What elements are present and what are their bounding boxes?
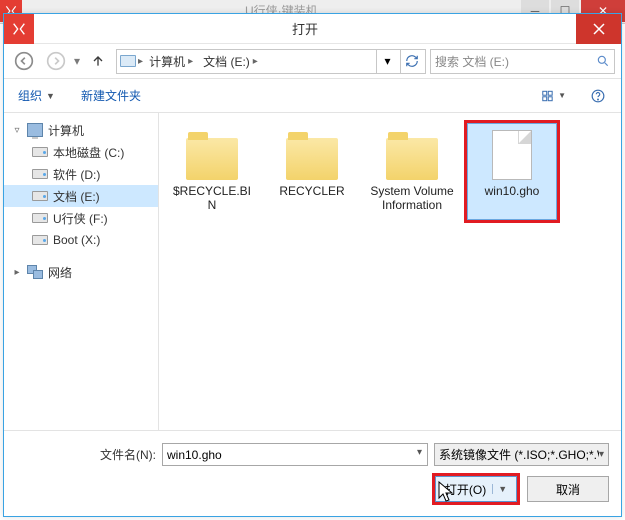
sidebar-label: 网络 (48, 264, 72, 281)
dialog-footer: 文件名(N): ▾ 系统镜像文件 (*.ISO;*.GHO;*.WIM) ▾ 打… (4, 430, 621, 516)
drive-icon (32, 213, 48, 223)
open-button-label: 打开(O) (445, 481, 486, 498)
toolbar: 组织 ▼ 新建文件夹 ▼ (4, 79, 621, 113)
chevron-right-icon: ▸ (253, 56, 258, 67)
sidebar-item-drive[interactable]: Boot (X:) (4, 229, 158, 251)
sidebar-item-drive[interactable]: 文档 (E:) (4, 185, 158, 207)
new-folder-label: 新建文件夹 (81, 87, 141, 104)
sidebar[interactable]: ▿ 计算机 本地磁盘 (C:) 软件 (D:) 文档 (E:) U行侠 (F:) Boo… (4, 113, 159, 430)
cancel-button[interactable]: 取消 (527, 476, 609, 502)
file-list-pane[interactable]: $RECYCLE.BIN RECYCLER System Volume Inform… (159, 113, 621, 430)
expand-icon[interactable]: ▿ (12, 125, 22, 136)
network-icon (27, 265, 43, 279)
file-item[interactable]: win10.gho (467, 123, 557, 220)
computer-icon (27, 123, 43, 137)
chevron-right-icon: ▸ (138, 56, 143, 67)
open-button[interactable]: 打开(O) ▼ (435, 476, 517, 502)
sidebar-label: 本地磁盘 (C:) (53, 144, 124, 161)
new-folder-button[interactable]: 新建文件夹 (77, 83, 145, 109)
dialog-title: 打开 (34, 19, 576, 38)
navigation-row: ▾ ▸ 计算机 ▸ 文档 (E:) ▸ ▾ 搜索 文档 (E:) (4, 44, 621, 79)
view-options-button[interactable]: ▼ (541, 84, 567, 108)
breadcrumb-segment-computer[interactable]: 计算机 ▸ (145, 50, 197, 73)
sidebar-label: U行侠 (F:) (53, 210, 108, 227)
expand-icon[interactable]: ▸ (12, 267, 22, 278)
file-icon (492, 130, 532, 180)
filter-label: 系统镜像文件 (*.ISO;*.GHO;*.WIM) (439, 446, 599, 463)
location-icon (120, 55, 136, 67)
sidebar-label: 文档 (E:) (53, 188, 100, 205)
sidebar-label: 软件 (D:) (53, 166, 100, 183)
breadcrumb-segment-drive[interactable]: 文档 (E:) ▸ (199, 50, 262, 73)
sidebar-label: 计算机 (48, 122, 84, 139)
breadcrumb-label: 计算机 (149, 53, 185, 70)
close-button[interactable] (576, 14, 621, 44)
sidebar-item-drive[interactable]: 本地磁盘 (C:) (4, 141, 158, 163)
organize-label: 组织 (18, 87, 42, 104)
dialog-body: ▿ 计算机 本地磁盘 (C:) 软件 (D:) 文档 (E:) U行侠 (F:) Boo… (4, 113, 621, 430)
breadcrumb[interactable]: ▸ 计算机 ▸ 文档 (E:) ▸ ▾ (116, 49, 426, 74)
drive-icon (32, 147, 48, 157)
drive-icon (32, 191, 48, 201)
dialog-titlebar[interactable]: 打开 (4, 14, 621, 44)
search-icon (596, 54, 610, 68)
file-type-filter[interactable]: 系统镜像文件 (*.ISO;*.GHO;*.WIM) ▾ (434, 443, 609, 466)
help-button[interactable] (585, 84, 611, 108)
item-label: $RECYCLE.BIN (170, 184, 254, 213)
chevron-down-icon: ▼ (558, 91, 566, 100)
refresh-button[interactable] (400, 50, 422, 73)
cancel-button-label: 取消 (556, 481, 580, 498)
folder-icon (286, 138, 338, 180)
chevron-down-icon: ▾ (599, 449, 604, 460)
item-label: System Volume Information (370, 184, 454, 213)
sidebar-item-network[interactable]: ▸ 网络 (4, 261, 158, 283)
sidebar-label: Boot (X:) (53, 233, 100, 247)
drive-icon (32, 235, 48, 245)
folder-icon (186, 138, 238, 180)
drive-icon (32, 169, 48, 179)
folder-item[interactable]: RECYCLER (267, 123, 357, 220)
sidebar-item-computer[interactable]: ▿ 计算机 (4, 119, 158, 141)
forward-button[interactable] (42, 49, 70, 74)
button-row: 打开(O) ▼ 取消 (16, 476, 609, 502)
filename-row: 文件名(N): ▾ 系统镜像文件 (*.ISO;*.GHO;*.WIM) ▾ (16, 443, 609, 466)
sidebar-item-drive[interactable]: U行侠 (F:) (4, 207, 158, 229)
filename-label: 文件名(N): (16, 446, 156, 463)
app-icon (4, 14, 34, 44)
breadcrumb-label: 文档 (E:) (203, 53, 250, 70)
folder-item[interactable]: System Volume Information (367, 123, 457, 220)
open-file-dialog: 打开 ▾ ▸ 计算机 ▸ 文档 (E:) ▸ ▾ (3, 13, 622, 517)
organize-button[interactable]: 组织 ▼ (14, 83, 59, 109)
chevron-right-icon: ▸ (188, 56, 193, 67)
history-dropdown-icon[interactable]: ▾ (74, 54, 80, 68)
filename-dropdown-icon[interactable]: ▾ (417, 447, 422, 458)
search-input[interactable]: 搜索 文档 (E:) (430, 49, 615, 74)
filename-input[interactable] (162, 443, 428, 466)
chevron-down-icon: ▼ (46, 91, 55, 101)
item-label: win10.gho (485, 184, 540, 198)
breadcrumb-dropdown[interactable]: ▾ (376, 50, 398, 73)
up-button[interactable] (84, 49, 112, 74)
folder-item[interactable]: $RECYCLE.BIN (167, 123, 257, 220)
split-dropdown-icon: ▼ (492, 484, 507, 494)
back-button[interactable] (10, 49, 38, 74)
folder-icon (386, 138, 438, 180)
item-label: RECYCLER (279, 184, 344, 198)
sidebar-item-drive[interactable]: 软件 (D:) (4, 163, 158, 185)
search-placeholder: 搜索 文档 (E:) (435, 53, 592, 70)
